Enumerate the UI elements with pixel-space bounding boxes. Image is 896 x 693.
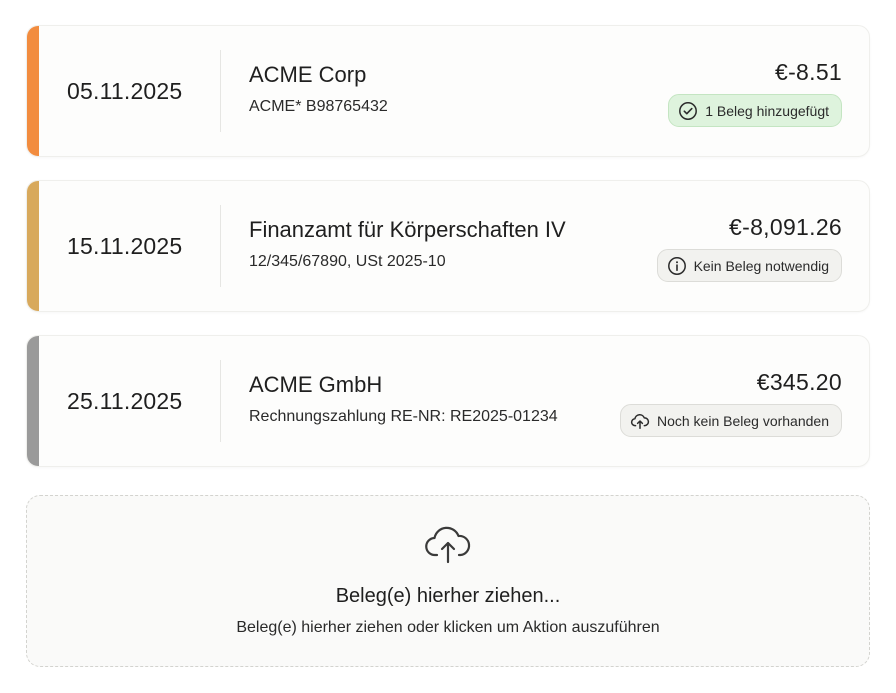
transaction-date: 05.11.2025	[67, 77, 183, 104]
badge-label: 1 Beleg hinzugefügt	[705, 102, 829, 119]
transaction-date: 15.11.2025	[67, 232, 183, 259]
divider	[220, 205, 221, 287]
cloud-upload-icon	[425, 526, 471, 564]
status-stripe	[27, 181, 39, 311]
badge-label: Kein Beleg notwendig	[693, 257, 829, 274]
dropzone-subtitle: Beleg(e) hierher ziehen oder klicken um …	[236, 619, 660, 636]
receipt-status-badge[interactable]: Kein Beleg notwendig	[656, 249, 842, 282]
transaction-amount: €-8.51	[774, 59, 842, 85]
transaction-reference: 12/345/67890, USt 2025-10	[249, 253, 446, 270]
transaction-date: 25.11.2025	[67, 387, 183, 414]
status-stripe	[27, 26, 39, 156]
divider	[220, 50, 221, 132]
merchant-name: ACME Corp	[249, 62, 367, 87]
receipt-dropzone[interactable]: Beleg(e) hierher ziehen... Beleg(e) hier…	[26, 495, 870, 667]
transaction-card[interactable]: 15.11.2025 Finanzamt für Körperschaften …	[26, 180, 870, 312]
divider	[220, 360, 221, 442]
check-circle-icon	[679, 101, 698, 120]
merchant-name: Finanzamt für Körperschaften IV	[249, 217, 566, 242]
badge-label: Noch kein Beleg vorhanden	[656, 412, 829, 429]
merchant-name: ACME GmbH	[249, 372, 383, 397]
info-icon	[667, 256, 686, 275]
transaction-amount: €-8,091.26	[729, 214, 842, 240]
transaction-amount: €345.20	[756, 369, 842, 395]
transaction-reference: ACME* B98765432	[249, 98, 388, 115]
status-stripe	[27, 336, 39, 466]
receipt-status-badge[interactable]: Noch kein Beleg vorhanden	[619, 404, 842, 437]
transaction-reference: Rechnungszahlung RE-NR: RE2025-01234	[249, 408, 558, 425]
transaction-card[interactable]: 25.11.2025 ACME GmbH Rechnungszahlung RE…	[26, 335, 870, 467]
transaction-card[interactable]: 05.11.2025 ACME Corp ACME* B98765432 €-8…	[26, 25, 870, 157]
cloud-upload-icon	[630, 413, 650, 429]
dropzone-title: Beleg(e) hierher ziehen...	[335, 585, 561, 607]
receipt-status-badge[interactable]: 1 Beleg hinzugefügt	[668, 94, 842, 127]
transactions-page: 05.11.2025 ACME Corp ACME* B98765432 €-8…	[0, 0, 896, 693]
